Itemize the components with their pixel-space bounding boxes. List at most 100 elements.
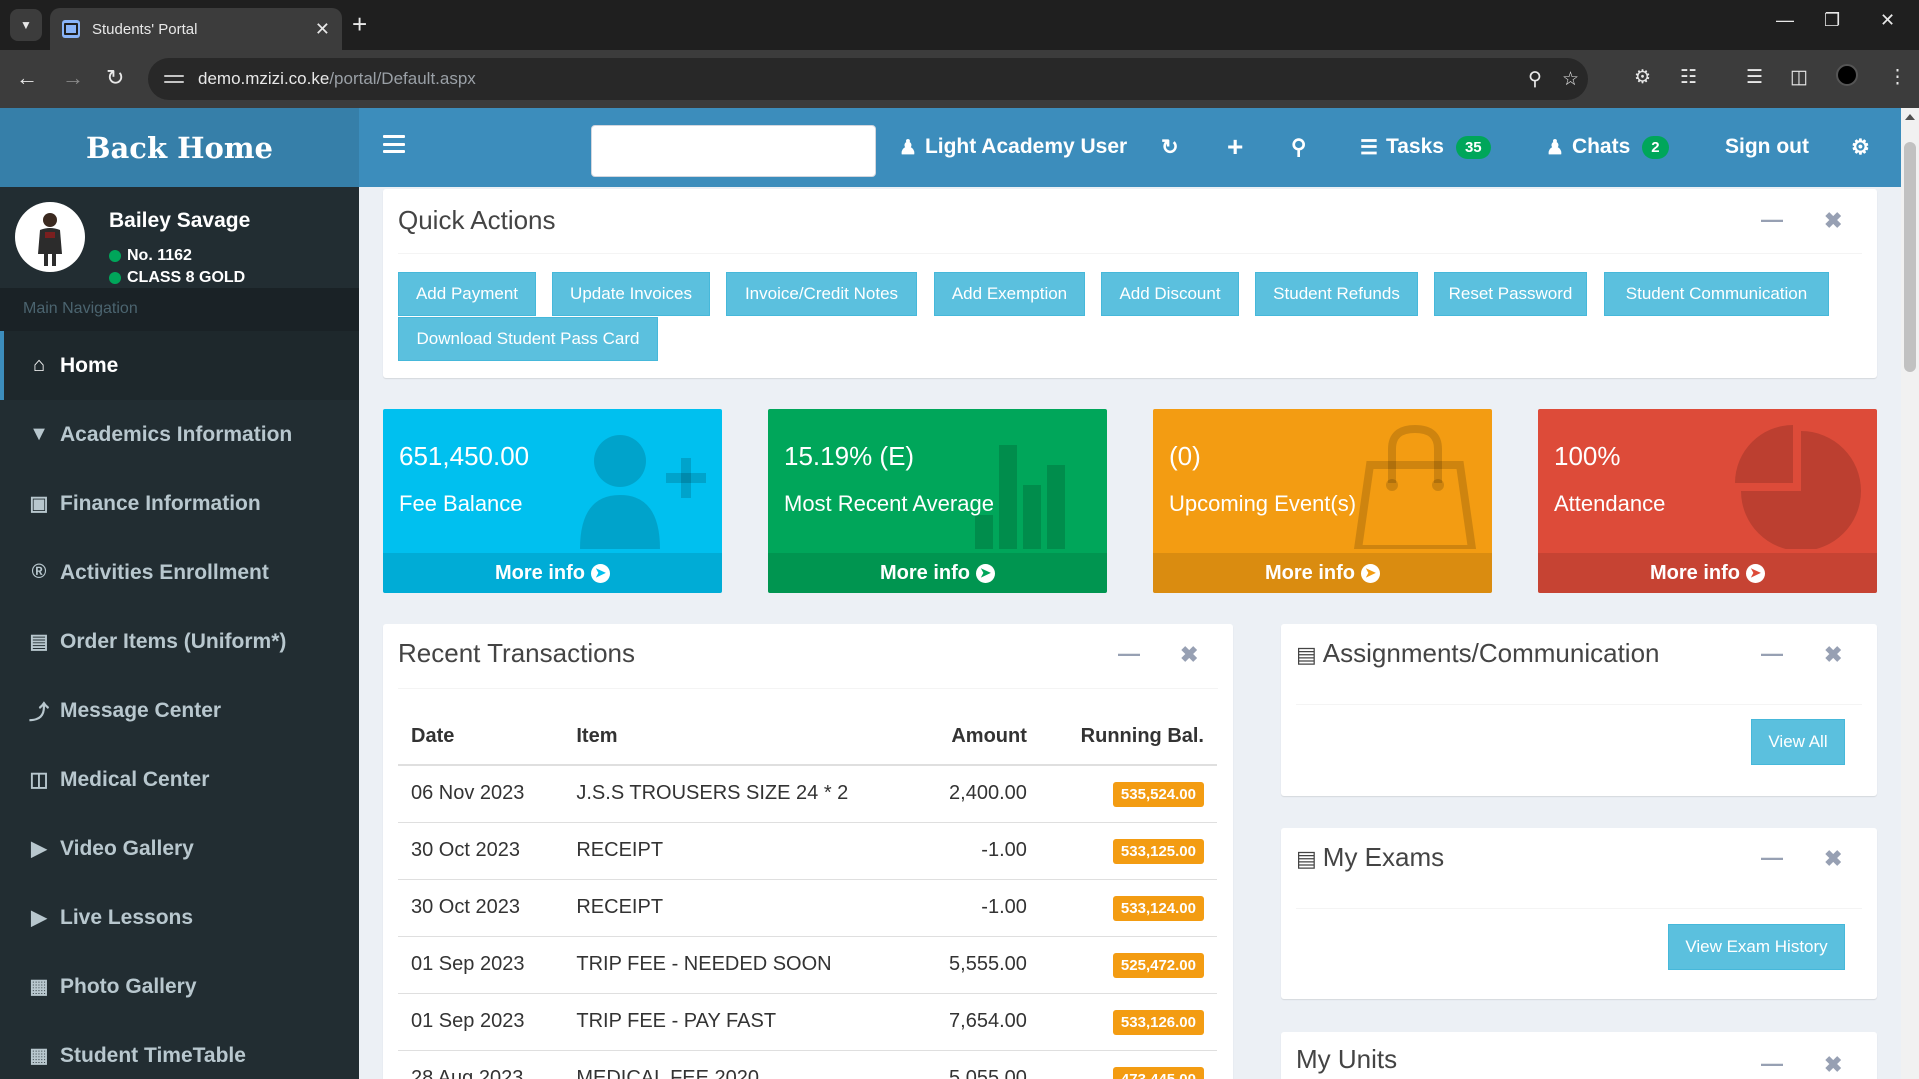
student-refunds-button[interactable]: Student Refunds xyxy=(1255,272,1418,316)
column-header-item[interactable]: Item xyxy=(563,708,917,766)
student-communication-button[interactable]: Student Communication xyxy=(1604,272,1829,316)
url-text: demo.mzizi.co.ke/portal/Default.aspx xyxy=(198,69,476,88)
logo[interactable]: Back Home xyxy=(0,108,359,187)
close-icon[interactable]: ✖ xyxy=(1824,1052,1842,1078)
arrow-circle-right-icon: ➤ xyxy=(1746,563,1765,583)
scrollbar-thumb[interactable] xyxy=(1904,142,1916,372)
balance-badge: 533,124.00 xyxy=(1112,896,1204,921)
attendance-card: 100% Attendance More info ➤ xyxy=(1538,409,1877,593)
fee-balance-card: 651,450.00 Fee Balance More info ➤ xyxy=(383,409,722,593)
cell-amount: 5,555.00 xyxy=(916,936,1040,994)
reload-icon[interactable]: ↻ xyxy=(106,66,124,90)
close-icon[interactable]: ✖ xyxy=(1824,642,1842,668)
refresh-icon[interactable]: ↻ xyxy=(1161,130,1179,164)
update-invoices-button[interactable]: Update Invoices xyxy=(552,272,710,316)
collapse-icon[interactable]: — xyxy=(1761,207,1783,233)
collapse-icon[interactable]: — xyxy=(1761,845,1783,871)
view-all-button[interactable]: View All xyxy=(1751,719,1845,765)
stat-value: 15.19% (E) xyxy=(784,441,915,471)
page-scrollbar[interactable] xyxy=(1901,108,1919,1079)
add-icon[interactable]: + xyxy=(1227,130,1243,164)
bookmark-star-icon[interactable]: ☆ xyxy=(1562,68,1579,91)
add-payment-button[interactable]: Add Payment xyxy=(398,272,536,316)
extension-icon[interactable]: ⚙ xyxy=(1634,66,1651,89)
view-exam-history-button[interactable]: View Exam History xyxy=(1668,924,1845,970)
column-header-date[interactable]: Date xyxy=(398,708,564,766)
cell-date: 06 Nov 2023 xyxy=(398,765,564,823)
sign-out-link[interactable]: Sign out xyxy=(1725,130,1809,164)
address-bar[interactable]: demo.mzizi.co.ke/portal/Default.aspx ⚲ ☆ xyxy=(148,58,1588,100)
profile-avatar[interactable] xyxy=(1836,64,1858,86)
graduation-cap-icon: ▼ xyxy=(29,423,49,445)
media-icon[interactable]: ☰ xyxy=(1746,66,1763,89)
more-info-link[interactable]: More info ➤ xyxy=(1538,553,1877,593)
sidebar-item-medical-center[interactable]: ◫ Medical Center xyxy=(0,745,359,814)
back-icon[interactable]: ← xyxy=(16,66,38,90)
column-header-running-balance[interactable]: Running Bal. xyxy=(1039,708,1217,766)
site-info-icon[interactable] xyxy=(164,69,184,89)
collapse-icon[interactable]: — xyxy=(1761,1051,1783,1077)
balance-badge: 533,126.00 xyxy=(1112,1010,1204,1035)
cell-amount: 2,400.00 xyxy=(916,765,1040,823)
column-header-amount[interactable]: Amount xyxy=(916,708,1040,766)
close-icon[interactable]: ✖ xyxy=(1824,208,1842,234)
more-icon[interactable]: ⋮ xyxy=(1888,66,1907,89)
user-class: CLASS 8 GOLD xyxy=(109,269,245,287)
sidebar-item-finance[interactable]: ▣ Finance Information xyxy=(0,469,359,538)
settings-gears-icon[interactable]: ⚙ xyxy=(1851,130,1870,164)
sidebar-toggle-icon[interactable] xyxy=(383,135,405,153)
balance-badge: 535,524.00 xyxy=(1112,782,1204,808)
minimize-icon[interactable]: — xyxy=(1776,10,1794,31)
forward-icon[interactable]: → xyxy=(62,66,84,90)
collapse-icon[interactable]: — xyxy=(1761,641,1783,667)
sidebar-item-video-gallery[interactable]: ▶ Video Gallery xyxy=(0,814,359,883)
download-pass-card-button[interactable]: Download Student Pass Card xyxy=(398,317,658,361)
tasks-menu[interactable]: ☰ Tasks 35 xyxy=(1360,130,1491,164)
box-title: ▤ Assignments/Communication xyxy=(1296,638,1660,668)
add-discount-button[interactable]: Add Discount xyxy=(1101,272,1239,316)
search-icon[interactable]: ⚲ xyxy=(1291,130,1306,164)
user-menu[interactable]: ♟ Light Academy User xyxy=(899,130,1127,164)
sidebar-item-order-items[interactable]: ▤ Order Items (Uniform*) xyxy=(0,607,359,676)
restore-icon[interactable]: ❐ xyxy=(1824,10,1840,31)
sidebar-item-home[interactable]: ⌂ Home xyxy=(0,331,359,400)
more-info-link[interactable]: More info ➤ xyxy=(383,553,722,593)
cell-date: 30 Oct 2023 xyxy=(398,879,564,937)
reset-password-button[interactable]: Reset Password xyxy=(1434,272,1587,316)
cell-item: RECEIPT xyxy=(563,822,917,880)
sidebar-item-timetable[interactable]: ▦ Student TimeTable xyxy=(0,1021,359,1079)
sidebar-item-activities[interactable]: ® Activities Enrollment xyxy=(0,538,359,607)
user-icon: ♟ xyxy=(899,136,917,159)
close-icon[interactable]: ✕ xyxy=(315,19,330,40)
sidebar-item-live-lessons[interactable]: ▶ Live Lessons xyxy=(0,883,359,952)
stat-value: 100% xyxy=(1554,441,1621,471)
arrow-circle-right-icon: ➤ xyxy=(1361,563,1380,583)
window-close-icon[interactable]: ✕ xyxy=(1880,10,1895,31)
cell-balance: 533,126.00 xyxy=(1039,993,1217,1051)
hospital-icon: ◫ xyxy=(29,769,49,791)
add-exemption-button[interactable]: Add Exemption xyxy=(934,272,1085,316)
close-icon[interactable]: ✖ xyxy=(1180,642,1198,668)
new-tab-icon[interactable]: + xyxy=(352,11,367,37)
sidebar-item-photo-gallery[interactable]: ▦ Photo Gallery xyxy=(0,952,359,1021)
image-icon: ▦ xyxy=(29,976,49,998)
user-plus-icon xyxy=(580,435,706,549)
sidebar-item-academics[interactable]: ▼ Academics Information xyxy=(0,400,359,469)
puzzle-icon[interactable]: ☷ xyxy=(1680,66,1697,89)
scroll-up-arrow[interactable] xyxy=(1905,114,1915,120)
tab-search-button[interactable]: ▼ xyxy=(10,9,42,41)
invoice-credit-notes-button[interactable]: Invoice/Credit Notes xyxy=(726,272,917,316)
chats-menu[interactable]: ♟ Chats 2 xyxy=(1546,130,1669,164)
close-icon[interactable]: ✖ xyxy=(1824,846,1842,872)
stat-label: Attendance xyxy=(1554,491,1666,516)
collapse-icon[interactable]: — xyxy=(1118,641,1140,667)
registered-icon: ® xyxy=(31,561,47,583)
browser-tab[interactable]: Students' Portal ✕ xyxy=(50,8,342,50)
more-info-link[interactable]: More info ➤ xyxy=(768,553,1107,593)
side-panel-icon[interactable]: ◫ xyxy=(1790,66,1808,89)
sidebar-item-message-center[interactable]: ⤴ Message Center xyxy=(0,676,359,745)
stat-label: Upcoming Event(s) xyxy=(1169,491,1357,516)
more-info-link[interactable]: More info ➤ xyxy=(1153,553,1492,593)
zoom-icon[interactable]: ⚲ xyxy=(1528,68,1542,91)
search-input[interactable] xyxy=(591,125,876,177)
